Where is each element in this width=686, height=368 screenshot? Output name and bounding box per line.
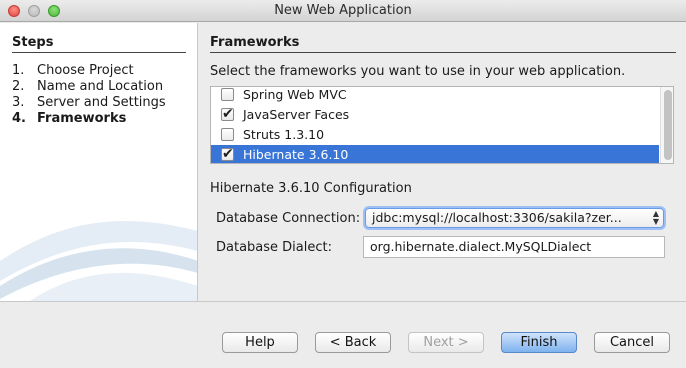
frameworks-instruction: Select the frameworks you want to use in… bbox=[210, 64, 626, 79]
steps-panel: Steps 1. Choose Project 2. Name and Locati… bbox=[0, 23, 198, 301]
database-dialect-field[interactable]: org.hibernate.dialect.MySQLDialect bbox=[363, 236, 665, 258]
checkmark-icon: ✔ bbox=[222, 146, 234, 162]
scrollbar-thumb[interactable] bbox=[664, 90, 672, 160]
frameworks-heading: Frameworks bbox=[210, 35, 676, 53]
decorative-swoosh-graphic bbox=[0, 221, 197, 301]
footer-divider bbox=[0, 301, 686, 302]
framework-checkbox[interactable]: ✔ bbox=[221, 146, 234, 162]
step-frameworks: 4. Frameworks bbox=[12, 111, 126, 126]
finish-button[interactable]: Finish bbox=[501, 332, 577, 353]
framework-label: Struts 1.3.10 bbox=[243, 127, 325, 142]
framework-label: Hibernate 3.6.10 bbox=[243, 147, 349, 162]
database-dialect-label: Database Dialect: bbox=[216, 240, 332, 255]
title-bar: New Web Application bbox=[0, 0, 686, 22]
back-button[interactable]: < Back bbox=[315, 332, 391, 353]
framework-checkbox[interactable]: ✔ bbox=[221, 106, 234, 122]
database-connection-value: jdbc:mysql://localhost:3306/sakila?zer..… bbox=[372, 210, 622, 225]
step-server-and-settings: 3. Server and Settings bbox=[12, 95, 166, 110]
framework-item-struts[interactable]: Struts 1.3.10 bbox=[211, 125, 659, 145]
step-label: Name and Location bbox=[37, 79, 164, 94]
step-number: 4. bbox=[12, 111, 26, 126]
framework-item-javaserver-faces[interactable]: ✔ JavaServer Faces bbox=[211, 105, 659, 125]
framework-item-hibernate[interactable]: ✔ Hibernate 3.6.10 bbox=[211, 145, 659, 163]
framework-label: Spring Web MVC bbox=[243, 87, 347, 102]
next-button[interactable]: Next > bbox=[408, 332, 484, 353]
config-heading: Hibernate 3.6.10 Configuration bbox=[210, 181, 412, 196]
step-number: 2. bbox=[12, 79, 25, 94]
step-name-and-location: 2. Name and Location bbox=[12, 79, 163, 94]
step-number: 3. bbox=[12, 95, 25, 110]
database-connection-select[interactable]: jdbc:mysql://localhost:3306/sakila?zer..… bbox=[365, 208, 664, 228]
select-arrows-icon: ▲ ▼ bbox=[652, 209, 659, 226]
cancel-button[interactable]: Cancel bbox=[594, 332, 670, 353]
step-label: Frameworks bbox=[37, 111, 127, 126]
frameworks-scrollbar[interactable] bbox=[660, 87, 673, 163]
frameworks-list[interactable]: Spring Web MVC ✔ JavaServer Faces Struts… bbox=[210, 86, 674, 164]
checkmark-icon: ✔ bbox=[222, 106, 234, 122]
window-title: New Web Application bbox=[274, 3, 412, 18]
help-button[interactable]: Help bbox=[222, 332, 298, 353]
step-label: Choose Project bbox=[37, 63, 134, 78]
framework-item-spring-web-mvc[interactable]: Spring Web MVC bbox=[211, 87, 659, 105]
framework-checkbox[interactable] bbox=[221, 88, 234, 101]
framework-checkbox[interactable] bbox=[221, 128, 234, 141]
step-number: 1. bbox=[12, 63, 25, 78]
step-label: Server and Settings bbox=[37, 95, 166, 110]
database-connection-label: Database Connection: bbox=[216, 211, 361, 226]
step-choose-project: 1. Choose Project bbox=[12, 63, 134, 78]
steps-heading: Steps bbox=[12, 35, 186, 53]
framework-label: JavaServer Faces bbox=[243, 107, 350, 122]
